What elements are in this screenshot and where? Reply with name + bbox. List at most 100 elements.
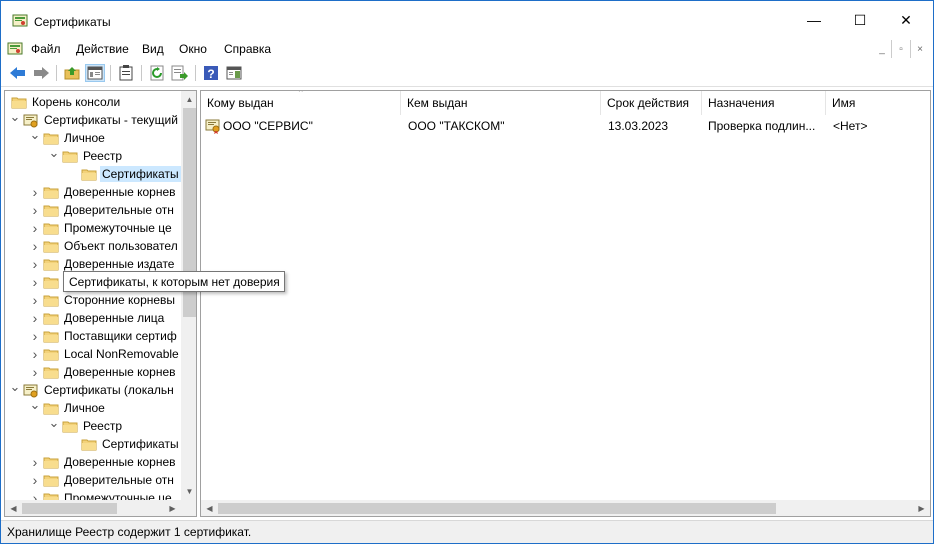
tree-hscroll-thumb[interactable] <box>22 503 117 514</box>
chevron-right-icon[interactable]: › <box>29 453 41 471</box>
chevron-down-icon[interactable]: ⌄ <box>9 378 21 396</box>
tree-item[interactable]: › Объект пользовател <box>29 237 180 255</box>
tree-horizontal-scrollbar[interactable]: ◀ ▶ <box>5 500 181 516</box>
refresh-button[interactable] <box>147 64 167 82</box>
certificate-icon <box>205 119 220 134</box>
tree-item[interactable]: › Поставщики сертиф <box>29 327 179 345</box>
menu-action[interactable]: Действие <box>76 42 129 56</box>
tree-item[interactable]: Корень консоли <box>9 93 122 111</box>
chevron-right-icon[interactable]: › <box>29 201 41 219</box>
tree-item-label: Сертификаты <box>102 437 179 451</box>
tree-item[interactable]: › Промежуточные це <box>29 219 174 237</box>
tree-item-label: Local NonRemovable <box>64 347 179 361</box>
properties-pane-button[interactable] <box>224 64 244 82</box>
tree-vertical-scrollbar[interactable]: ▲ ▼ <box>181 91 196 500</box>
tree-item-label: Личное <box>64 131 105 145</box>
tree-item-label: Промежуточные це <box>64 221 172 235</box>
chevron-right-icon[interactable]: › <box>29 291 41 309</box>
folder-icon <box>43 294 59 307</box>
tree-item[interactable]: › Local NonRemovable <box>29 345 181 363</box>
scroll-down-icon[interactable]: ▼ <box>181 483 196 500</box>
mdi-restore-button[interactable]: ▫ <box>892 39 910 59</box>
tree-item-label: Сертификаты (локальн <box>44 383 174 397</box>
chevron-right-icon[interactable]: › <box>29 327 41 345</box>
export-list-button[interactable] <box>170 64 190 82</box>
folder-icon <box>62 150 78 163</box>
chevron-right-icon[interactable]: › <box>29 309 41 327</box>
tree-item[interactable]: ⌄ Личное <box>29 396 107 417</box>
folder-icon <box>43 474 59 487</box>
chevron-down-icon[interactable]: ⌄ <box>48 414 60 432</box>
folder-icon <box>43 240 59 253</box>
column-header-expiration[interactable]: Срок действия <box>601 91 702 115</box>
menu-help[interactable]: Справка <box>224 42 271 56</box>
close-button[interactable]: ✕ <box>883 1 929 39</box>
chevron-down-icon[interactable]: ⌄ <box>48 144 60 162</box>
up-level-button[interactable] <box>62 64 82 82</box>
console-tree[interactable]: Корень консоли ⌄ Сертификаты - текущий ⌄ Лич… <box>4 90 197 517</box>
up-folder-icon <box>64 67 80 80</box>
tree-item[interactable]: Сертификаты <box>67 165 181 183</box>
clipboard-button[interactable] <box>116 64 136 82</box>
tree-item[interactable]: › Доверительные отн <box>29 471 176 489</box>
tree-item[interactable]: › Доверительные отн <box>29 201 176 219</box>
list-horizontal-scrollbar[interactable]: ◀ ▶ <box>201 500 930 516</box>
tree-item[interactable]: Сертификаты <box>67 435 181 453</box>
minimize-button[interactable]: — <box>791 1 837 39</box>
tree-item[interactable]: › Доверенные корнев <box>29 183 178 201</box>
tree-item-label: Реестр <box>83 419 122 433</box>
menu-window[interactable]: Окно <box>179 42 207 56</box>
tree-item[interactable]: ⌄ Личное <box>29 126 107 147</box>
list-hscroll-thumb[interactable] <box>218 503 776 514</box>
chevron-right-icon[interactable]: › <box>29 363 41 381</box>
scroll-left-icon[interactable]: ◀ <box>201 500 218 516</box>
minimize-icon: — <box>807 12 821 28</box>
chevron-right-icon[interactable]: › <box>29 255 41 273</box>
certificate-list[interactable]: ⌃ Кому выдан Кем выдан Срок действия Наз… <box>200 90 931 517</box>
menu-bar: Файл Действие Вид Окно Справка _ ▫ × <box>1 39 933 60</box>
maximize-button[interactable]: ☐ <box>837 1 883 39</box>
tree-item[interactable]: ⌄ Реестр <box>48 414 124 435</box>
console-menu-icon[interactable] <box>7 42 23 56</box>
tree-item-label: Доверенные лица <box>64 311 165 325</box>
scroll-right-icon[interactable]: ▶ <box>164 500 181 516</box>
folder-icon <box>43 330 59 343</box>
tree-item-label: Доверенные корнев <box>64 365 176 379</box>
column-header-issued-to[interactable]: ⌃ Кому выдан <box>201 91 401 115</box>
chevron-right-icon[interactable]: › <box>29 345 41 363</box>
tree-item[interactable]: › Доверенные корнев <box>29 363 178 381</box>
column-header-purposes[interactable]: Назначения <box>702 91 826 115</box>
tree-item[interactable]: › Доверенные корнев <box>29 453 178 471</box>
title-bar[interactable]: Сертификаты — ☐ ✕ <box>1 1 933 39</box>
chevron-down-icon[interactable]: ⌄ <box>29 126 41 144</box>
chevron-down-icon[interactable]: ⌄ <box>29 396 41 414</box>
chevron-right-icon[interactable]: › <box>29 219 41 237</box>
help-button[interactable]: ? <box>201 64 221 82</box>
back-button[interactable] <box>8 64 28 82</box>
mdi-close-button[interactable]: × <box>911 39 929 59</box>
forward-button[interactable] <box>31 64 51 82</box>
chevron-right-icon[interactable]: › <box>29 273 41 291</box>
menu-file[interactable]: Файл <box>31 42 61 56</box>
tree-item-label: Личное <box>64 401 105 415</box>
chevron-right-icon[interactable]: › <box>29 471 41 489</box>
chevron-right-icon[interactable]: › <box>29 237 41 255</box>
show-hide-tree-button[interactable] <box>85 64 105 82</box>
forward-arrow-icon <box>34 67 49 79</box>
column-header-issued-by[interactable]: Кем выдан <box>401 91 601 115</box>
scroll-up-icon[interactable]: ▲ <box>181 91 196 108</box>
mdi-minimize-button[interactable]: _ <box>873 39 891 59</box>
list-item[interactable]: ООО "СЕРВИС" ООО "ТАКСКОМ" 13.03.2023 Пр… <box>201 117 930 135</box>
tree-item[interactable]: › Доверенные лица <box>29 309 166 327</box>
column-header-name[interactable]: Имя <box>826 91 930 115</box>
tree-item[interactable]: › Сторонние корневы <box>29 291 177 309</box>
menu-view[interactable]: Вид <box>142 42 164 56</box>
folder-icon <box>43 222 59 235</box>
chevron-right-icon[interactable]: › <box>29 183 41 201</box>
scroll-right-icon[interactable]: ▶ <box>913 500 930 516</box>
tree-item-label: Сертификаты <box>100 166 181 182</box>
chevron-down-icon[interactable]: ⌄ <box>9 108 21 126</box>
certificate-store-icon <box>23 384 39 398</box>
tree-item[interactable]: ⌄ Реестр <box>48 144 124 165</box>
scroll-left-icon[interactable]: ◀ <box>5 500 22 516</box>
